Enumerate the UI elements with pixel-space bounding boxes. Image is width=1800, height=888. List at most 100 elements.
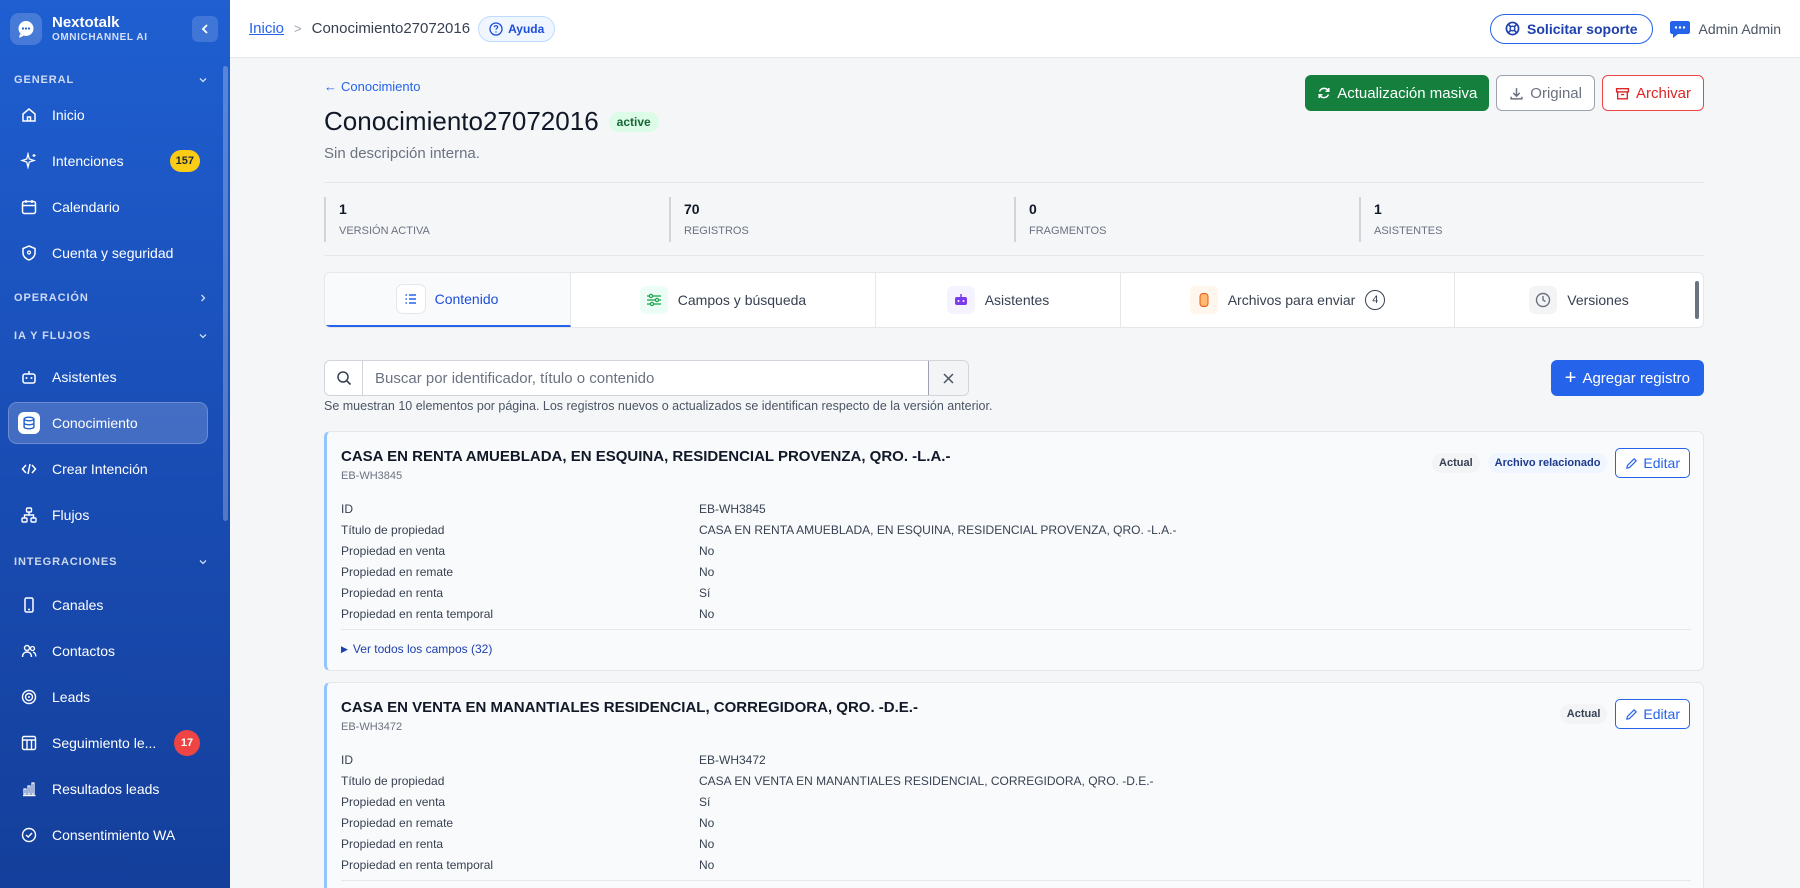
sidebar-item-asistentes[interactable]: Asistentes: [8, 356, 208, 398]
chat-icon: [1669, 20, 1690, 38]
sidebar-item-label: Calendario: [52, 199, 120, 215]
edit-button[interactable]: Editar: [1615, 699, 1690, 729]
chevron-down-icon: [199, 78, 207, 83]
home-icon: [18, 104, 40, 126]
field-row: Propiedad en venta Sí: [341, 791, 1154, 812]
help-button[interactable]: Ayuda: [478, 15, 556, 42]
sidebar-item-contactos[interactable]: Contactos: [8, 630, 208, 672]
stat-fragments: 0 FRAGMENTOS: [1014, 197, 1359, 242]
field-label: ID: [341, 752, 353, 767]
tab-contenido[interactable]: Contenido: [325, 273, 571, 327]
field-row: ID EB-WH3845: [341, 498, 1176, 519]
phone-icon: [18, 594, 40, 616]
sidebar-item-label: Seguimiento le...: [52, 735, 157, 751]
sidebar-item-conocimiento[interactable]: Conocimiento: [8, 402, 208, 444]
sidebar-item-cuenta[interactable]: Cuenta y seguridad: [8, 232, 208, 274]
field-label: Propiedad en venta: [341, 794, 446, 809]
sidebar-item-inicio[interactable]: Inicio: [8, 94, 208, 136]
edit-button[interactable]: Editar: [1615, 448, 1690, 478]
arrow-left-icon: ←: [324, 79, 337, 94]
sidebar-item-label: Inicio: [52, 107, 85, 123]
stat-records: 70 REGISTROS: [669, 197, 1014, 242]
original-button[interactable]: Original: [1496, 75, 1595, 111]
section-operacion[interactable]: OPERACIÓN: [0, 288, 230, 308]
search-input[interactable]: [363, 361, 928, 395]
section-ia-flujos[interactable]: IA Y FLUJOS: [0, 326, 230, 346]
field-value: No: [699, 857, 715, 872]
see-all-fields-toggle[interactable]: ▶ Ver todos los campos (32): [341, 642, 492, 656]
sidebar-item-crear-intencion[interactable]: Crear Intención: [8, 448, 208, 490]
archive-button[interactable]: Archivar: [1601, 75, 1704, 111]
board-icon: [18, 732, 40, 754]
chevron-down-icon: [199, 334, 207, 339]
edit-label: Editar: [1643, 706, 1680, 722]
field-value: EB-WH3472: [699, 752, 766, 767]
section-general[interactable]: GENERAL: [0, 70, 230, 90]
pagination-hint: Se muestran 10 elementos por página. Los…: [324, 399, 993, 413]
tab-asistentes[interactable]: Asistentes: [876, 273, 1121, 327]
sidebar-item-label: Asistentes: [52, 369, 117, 385]
robot-icon: [18, 366, 40, 388]
back-link[interactable]: ← Conocimiento: [324, 79, 421, 94]
bar-chart-icon: [18, 778, 40, 800]
back-label: Conocimiento: [341, 79, 421, 94]
field-row: Propiedad en renta temporal No: [341, 603, 1176, 624]
sidebar-item-consentimiento[interactable]: Consentimiento WA: [8, 814, 208, 856]
triangle-right-icon: ▶: [341, 643, 348, 654]
record-card: CASA EN RENTA AMUEBLADA, EN ESQUINA, RES…: [324, 431, 1704, 671]
support-button[interactable]: Solicitar soporte: [1490, 13, 1653, 44]
sidebar-item-intenciones[interactable]: Intenciones 157: [8, 140, 208, 182]
add-record-button[interactable]: + Agregar registro: [1550, 360, 1704, 396]
see-all-label: Ver todos los campos (32): [352, 642, 493, 656]
tab-archivos[interactable]: Archivos para enviar 4: [1121, 273, 1455, 327]
tab-campos[interactable]: Campos y búsqueda: [571, 273, 876, 327]
topbar: Inicio > Conocimiento27072016 Ayuda Soli…: [230, 0, 1800, 58]
bulk-update-button[interactable]: Actualización masiva: [1305, 75, 1490, 111]
clear-search-button[interactable]: [928, 361, 968, 395]
sidebar-item-canales[interactable]: Canales: [8, 584, 208, 626]
sidebar-item-resultados[interactable]: Resultados leads: [8, 768, 208, 810]
brand-name: Nextotalk: [52, 14, 120, 32]
sidebar-item-label: Crear Intención: [52, 461, 148, 477]
tab-label: Archivos para enviar: [1227, 292, 1356, 308]
sidebar-item-label: Resultados leads: [52, 781, 160, 797]
sidebar-item-label: Consentimiento WA: [52, 827, 176, 843]
flow-icon: [18, 504, 40, 526]
tab-versiones[interactable]: Versiones: [1455, 273, 1703, 327]
archive-icon: [1615, 87, 1630, 100]
field-value: No: [699, 543, 715, 558]
sidebar-item-flujos[interactable]: Flujos: [8, 494, 208, 536]
user-menu[interactable]: Admin Admin: [1669, 19, 1781, 39]
sidebar-item-seguimiento[interactable]: Seguimiento le... 17: [8, 722, 208, 764]
stats-bar: 1 VERSIÓN ACTIVA 70 REGISTROS 0 FRAGMENT…: [324, 197, 1704, 242]
sidebar-item-calendario[interactable]: Calendario: [8, 186, 208, 228]
search-icon: [325, 361, 363, 395]
field-value: No: [699, 606, 715, 621]
tag-related-file: Archivo relacionado: [1487, 453, 1608, 473]
record-title: CASA EN VENTA EN MANANTIALES RESIDENCIAL…: [341, 699, 918, 716]
tag-current: Actual: [1432, 453, 1480, 473]
section-ia-label: IA Y FLUJOS: [14, 330, 91, 342]
record-code: EB-WH3845: [341, 470, 403, 482]
field-row: Propiedad en renta Sí: [341, 582, 1176, 603]
divider: [341, 629, 1691, 630]
field-value: No: [699, 564, 715, 579]
field-row: Propiedad en remate No: [341, 812, 1154, 833]
seguimiento-count-badge: 17: [174, 730, 200, 756]
sidebar-scrollbar[interactable]: [223, 66, 228, 521]
field-row: Propiedad en renta No: [341, 833, 1154, 854]
sparkle-icon: [18, 150, 40, 172]
field-label: Propiedad en renta: [341, 585, 444, 600]
section-general-label: GENERAL: [14, 74, 75, 86]
breadcrumb-home[interactable]: Inicio: [249, 20, 284, 37]
section-integraciones[interactable]: INTEGRACIONES: [0, 552, 230, 572]
tag-current: Actual: [1559, 704, 1608, 724]
field-value: Sí: [699, 585, 711, 600]
field-value: Sí: [699, 794, 711, 809]
sidebar-item-leads[interactable]: Leads: [8, 676, 208, 718]
sidebar-item-label: Contactos: [52, 643, 116, 659]
section-operacion-label: OPERACIÓN: [14, 292, 89, 304]
stat-label: FRAGMENTOS: [1029, 225, 1107, 237]
tabs-scrollbar[interactable]: [1695, 281, 1699, 319]
collapse-sidebar-button[interactable]: [192, 16, 218, 42]
